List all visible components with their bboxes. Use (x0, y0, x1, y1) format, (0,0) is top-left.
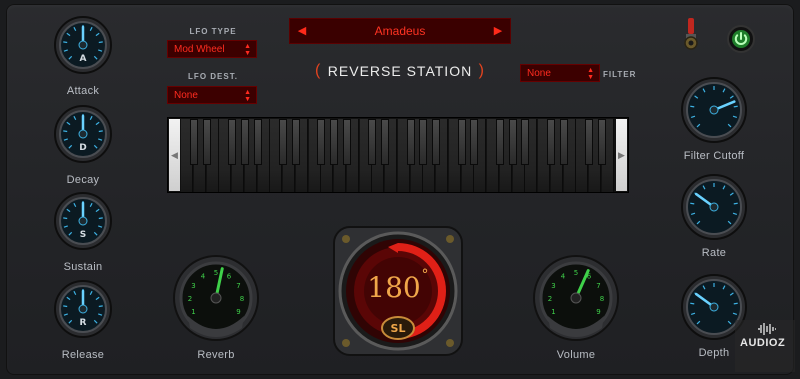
black-key[interactable] (406, 119, 415, 165)
black-key[interactable] (457, 119, 466, 165)
volume-knob[interactable]: 1234 5 6789 (532, 254, 620, 342)
envelope-label: Decay (66, 174, 100, 186)
black-key[interactable] (279, 119, 287, 165)
select-arrows-icon: ▲ ▼ (587, 67, 594, 81)
reverb-label: Reverb (197, 349, 235, 361)
black-key[interactable] (508, 119, 517, 165)
plugin-window: LFO TYPE Mod Wheel ▲ ▼ LFO DEST. None ▲ ▼ … (0, 0, 800, 379)
right-knob-label: Rate (701, 247, 727, 259)
svg-text:1: 1 (191, 308, 195, 316)
black-key[interactable] (189, 119, 198, 165)
black-key[interactable] (240, 119, 249, 165)
envelope-label: Attack (66, 85, 100, 97)
svg-text:1: 1 (551, 308, 555, 316)
svg-text:S: S (80, 230, 86, 240)
svg-text:9: 9 (596, 308, 600, 316)
preset-prev-button[interactable]: ◀ (292, 19, 312, 43)
envelope-knob-d[interactable]: D (53, 104, 113, 164)
svg-text:3: 3 (191, 282, 195, 290)
envelope-label: Sustain (63, 261, 103, 273)
right-knob-rate[interactable] (680, 173, 748, 241)
envelope-knob-s[interactable]: S (53, 191, 113, 251)
svg-text:2: 2 (548, 295, 552, 303)
svg-text:4: 4 (201, 272, 206, 280)
black-key[interactable] (470, 119, 479, 165)
black-key[interactable] (521, 119, 530, 165)
black-key[interactable] (495, 119, 504, 165)
filter-select[interactable]: None ▲ ▼ (520, 64, 600, 82)
black-key[interactable] (368, 119, 377, 165)
black-key[interactable] (546, 119, 555, 165)
keyboard-scroll-right[interactable]: ▶ (616, 119, 627, 191)
product-title-text: REVERSE STATION (327, 63, 473, 79)
envelope-knob-r[interactable]: R (53, 279, 113, 339)
volume-label: Volume (556, 349, 596, 361)
black-key[interactable] (597, 119, 606, 165)
piano-keyboard[interactable]: ◀ ▶ (167, 117, 629, 193)
svg-text:8: 8 (240, 295, 244, 303)
bracket-right-icon: ) (478, 62, 485, 79)
sl-logo-text: SL (391, 322, 406, 335)
black-key[interactable] (253, 119, 262, 165)
toggle-switch[interactable] (683, 18, 699, 50)
lfo-type-value: Mod Wheel (174, 44, 225, 55)
lfo-dest-select[interactable]: None ▲ ▼ (167, 86, 257, 104)
preset-selector[interactable]: ◀ Amadeus ▶ (289, 18, 511, 44)
svg-text:6: 6 (227, 272, 232, 280)
dial-unit: ° (422, 267, 429, 283)
power-button[interactable] (727, 25, 755, 53)
black-key[interactable] (202, 119, 211, 165)
svg-text:7: 7 (236, 282, 240, 290)
black-key[interactable] (419, 119, 428, 165)
product-title: ( REVERSE STATION ) (315, 60, 485, 82)
lfo-dest-value: None (174, 90, 198, 101)
envelope-knob-a[interactable]: A (53, 15, 113, 75)
bracket-left-icon: ( (315, 62, 322, 79)
svg-text:5: 5 (214, 269, 218, 277)
svg-text:2: 2 (188, 295, 192, 303)
reverb-knob[interactable]: 1 2 34 5 6789 (172, 254, 260, 342)
black-key[interactable] (342, 119, 351, 165)
black-key[interactable] (381, 119, 389, 165)
svg-text:A: A (80, 54, 87, 64)
preset-next-button[interactable]: ▶ (488, 19, 508, 43)
watermark-text: AUDIOZ (740, 337, 786, 349)
svg-text:4: 4 (561, 272, 566, 280)
svg-text:7: 7 (596, 282, 600, 290)
lfo-dest-label: LFO DEST. (188, 72, 238, 81)
black-key[interactable] (291, 119, 300, 165)
filter-value: None (527, 68, 551, 79)
right-knob-label: Filter Cutoff (683, 150, 745, 162)
right-knob-filter-cutoff[interactable] (680, 76, 748, 144)
lfo-type-select[interactable]: Mod Wheel ▲ ▼ (167, 40, 257, 58)
envelope-label: Release (61, 349, 105, 361)
keyboard-scroll-left[interactable]: ◀ (169, 119, 180, 191)
svg-text:9: 9 (236, 308, 240, 316)
svg-text:R: R (80, 318, 87, 328)
black-key[interactable] (432, 119, 440, 165)
power-icon (732, 30, 750, 48)
lfo-type-label: LFO TYPE (189, 27, 237, 36)
black-key[interactable] (585, 119, 593, 165)
select-arrows-icon: ▲ ▼ (244, 43, 251, 57)
svg-text:3: 3 (551, 282, 555, 290)
dial-value: 180 (367, 271, 420, 304)
black-key[interactable] (228, 119, 236, 165)
svg-text:5: 5 (574, 269, 578, 277)
black-key[interactable] (559, 119, 568, 165)
select-arrows-icon: ▲ ▼ (244, 89, 251, 103)
audio-wave-icon (758, 323, 776, 335)
preset-name: Amadeus (374, 24, 426, 38)
reverse-dial[interactable]: 180 ° SL (332, 225, 464, 357)
svg-text:8: 8 (600, 295, 604, 303)
black-key[interactable] (317, 119, 326, 165)
black-key[interactable] (330, 119, 338, 165)
svg-text:D: D (79, 143, 86, 153)
filter-label: FILTER (603, 70, 637, 79)
